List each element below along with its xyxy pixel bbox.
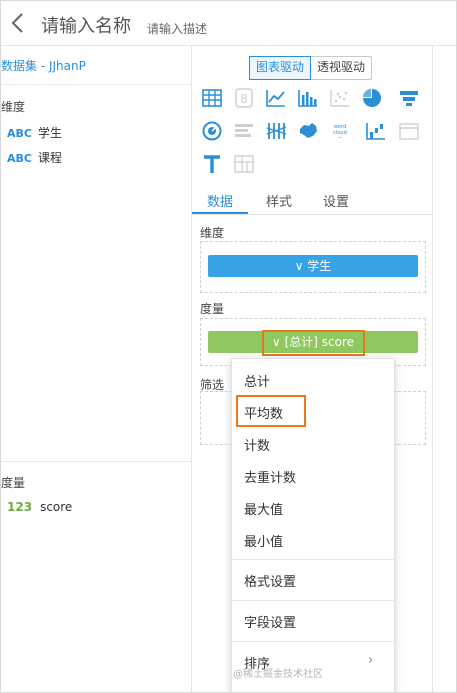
gauge-icon[interactable] — [201, 120, 223, 142]
field-panel: 数据集 - JJhanP 维度 ABC 学生 ABC 课程 度量 123 score — [1, 46, 192, 692]
watermark: @稀土掘金技术社区 — [233, 669, 323, 680]
blank-icon[interactable] — [398, 120, 420, 142]
table-icon[interactable] — [201, 87, 223, 109]
svg-text:—: — — [338, 135, 342, 140]
menu-divider — [232, 559, 394, 560]
field-item-course[interactable]: ABC 课程 — [7, 149, 62, 166]
dataset-link[interactable]: 数据集 - JJhanP — [1, 57, 86, 74]
scrollbar-track[interactable] — [432, 46, 456, 692]
china-map-icon[interactable] — [297, 120, 319, 142]
pie-chart-icon[interactable] — [361, 87, 383, 109]
field-label: score — [40, 500, 73, 514]
divider — [1, 84, 191, 85]
word-cloud-icon[interactable]: word cloud — — [329, 120, 351, 142]
menu-item-field-settings[interactable]: 字段设置 — [244, 612, 296, 631]
menu-divider — [232, 641, 394, 642]
tab-data[interactable]: 数据 — [207, 191, 233, 210]
measure-heading: 度量 — [1, 476, 26, 490]
svg-text:8: 8 — [240, 92, 248, 106]
bar-chart-icon[interactable] — [297, 87, 319, 109]
field-item-score[interactable]: 123 score — [7, 500, 72, 514]
line-chart-icon[interactable] — [265, 87, 287, 109]
kpi-icon[interactable]: 8 — [233, 87, 255, 109]
header-bar: 请输入名称 请输入描述 — [1, 1, 456, 46]
description-input[interactable]: 请输入描述 — [147, 20, 207, 37]
waterfall-icon[interactable] — [365, 120, 387, 142]
menu-item-format-settings[interactable]: 格式设置 — [244, 571, 296, 590]
treemap-icon[interactable] — [233, 153, 255, 175]
tab-settings[interactable]: 设置 — [323, 191, 349, 210]
field-label: 学生 — [37, 126, 62, 140]
scatter-icon[interactable] — [329, 87, 351, 109]
active-tab-indicator — [192, 212, 248, 214]
horizontal-bar-icon[interactable] — [233, 120, 255, 142]
menu-item-max[interactable]: 最大值 — [244, 499, 283, 518]
text-icon[interactable] — [201, 153, 223, 175]
field-item-student[interactable]: ABC 学生 — [7, 124, 62, 141]
funnel-icon[interactable] — [398, 87, 420, 109]
field-label: 课程 — [37, 151, 62, 165]
submenu-chevron-icon: › — [368, 653, 374, 668]
average-highlight — [236, 395, 306, 427]
dimension-pill-student[interactable]: ∨ 学生 — [208, 255, 418, 277]
mode-switch: 图表驱动 透视驱动 — [249, 56, 373, 80]
parallel-icon[interactable] — [265, 120, 287, 142]
menu-divider — [232, 600, 394, 601]
dimension-heading: 维度 — [1, 100, 26, 114]
dimension-section-label: 维度 — [200, 226, 225, 240]
dimension-dropzone[interactable]: ∨ 学生 — [200, 241, 426, 293]
number-type-icon: 123 — [7, 500, 33, 514]
tab-style[interactable]: 样式 — [266, 191, 292, 210]
menu-item-min[interactable]: 最小值 — [244, 531, 283, 550]
back-arrow-icon[interactable] — [7, 11, 29, 35]
aggregation-dropdown: 总计 平均数 计数 去重计数 最大值 最小值 格式设置 字段设置 排序 › — [231, 358, 395, 692]
app-window: 请输入名称 请输入描述 数据集 - JJhanP 维度 ABC 学生 ABC 课程 … — [0, 0, 457, 693]
divider — [1, 461, 191, 462]
measure-pill-highlight — [262, 330, 365, 356]
pivot-driven-button[interactable]: 透视驱动 — [311, 57, 371, 79]
string-type-icon: ABC — [7, 127, 32, 140]
config-tabs: 数据 样式 设置 — [192, 186, 432, 215]
measure-section-label: 度量 — [200, 302, 225, 316]
menu-item-sum[interactable]: 总计 — [244, 371, 270, 390]
name-input[interactable]: 请输入名称 — [41, 12, 131, 38]
menu-item-count[interactable]: 计数 — [244, 435, 270, 454]
menu-item-distinct-count[interactable]: 去重计数 — [244, 467, 296, 486]
chart-driven-button[interactable]: 图表驱动 — [249, 56, 312, 80]
string-type-icon: ABC — [7, 152, 32, 165]
